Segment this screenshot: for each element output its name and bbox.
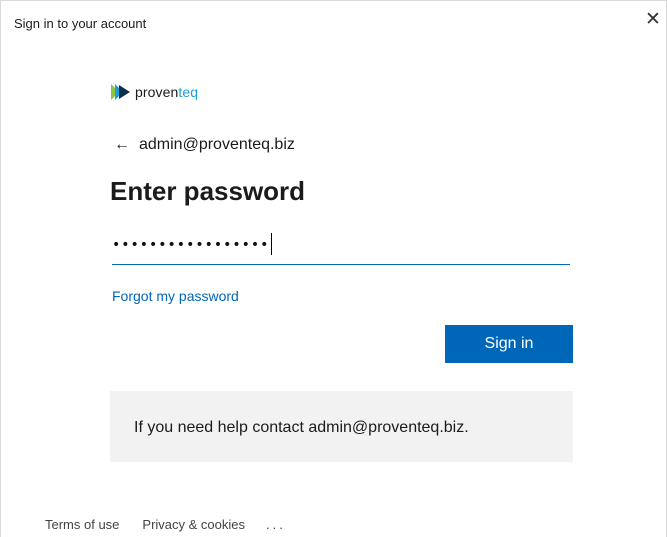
window-title: Sign in to your account (14, 16, 147, 31)
logo-text-part-1: proven (135, 84, 179, 100)
forgot-password-link[interactable]: Forgot my password (112, 288, 239, 304)
close-icon[interactable]: ✕ (643, 10, 663, 30)
more-options-icon[interactable]: ... (266, 517, 286, 532)
password-input[interactable] (112, 228, 570, 262)
footer: Terms of use Privacy & cookies ... (45, 517, 286, 532)
identity-banner[interactable]: ← admin@proventeq.biz (114, 136, 295, 154)
password-field[interactable] (112, 228, 570, 265)
text-caret (271, 233, 273, 255)
account-email: admin@proventeq.biz (139, 136, 295, 153)
sign-in-button[interactable]: Sign in (445, 325, 573, 363)
logo-text-part-2: teq (178, 84, 199, 100)
title-bar: Sign in to your account ✕ (0, 0, 667, 40)
company-logo: proventeq (110, 80, 198, 104)
window-border-left (0, 0, 1, 537)
terms-of-use-link[interactable]: Terms of use (45, 517, 119, 532)
privacy-cookies-link[interactable]: Privacy & cookies (142, 517, 245, 532)
help-text: If you need help contact admin@proventeq… (134, 419, 469, 436)
help-box: If you need help contact admin@proventeq… (110, 391, 573, 462)
logo-text: proventeq (135, 84, 198, 100)
logo-arrow-icon (111, 84, 130, 100)
page-title: Enter password (110, 176, 306, 206)
back-arrow-icon[interactable]: ← (114, 136, 130, 154)
